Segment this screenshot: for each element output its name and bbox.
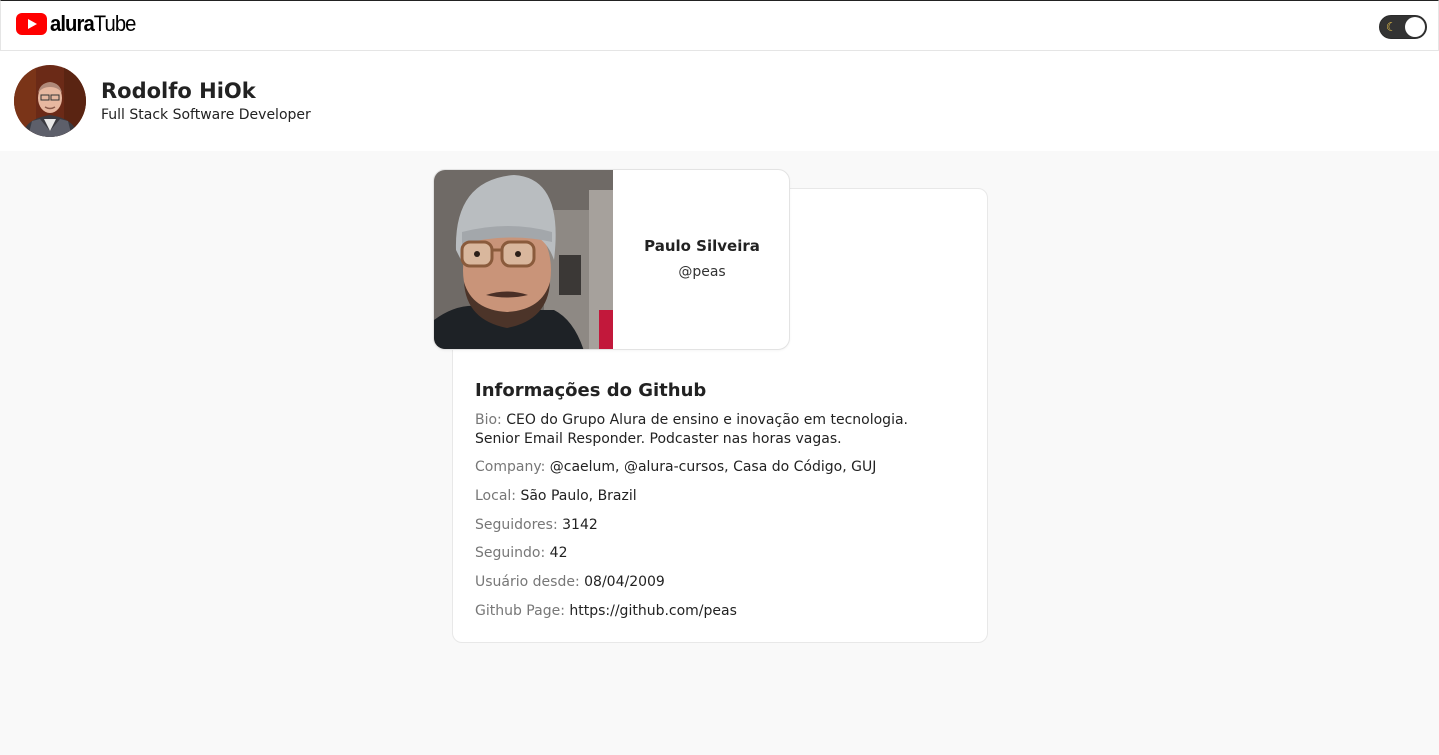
field-label: Seguidores:	[475, 517, 558, 533]
user-role: Full Stack Software Developer	[101, 107, 311, 123]
logo-text: aluraTube	[50, 11, 136, 36]
user-name: Rodolfo HiOk	[101, 79, 256, 103]
field-label: Usuário desde:	[475, 574, 580, 590]
youtube-play-icon	[16, 13, 47, 35]
github-info-title: Informações do Github	[475, 380, 707, 401]
following-field: Seguindo: 42	[475, 544, 955, 563]
field-value: CEO do Grupo Alura de ensino e inovação …	[475, 412, 908, 447]
field-label: Github Page:	[475, 603, 565, 619]
user-header: Rodolfo HiOk Full Stack Software Develop…	[0, 51, 1439, 151]
field-label: Company:	[475, 459, 546, 475]
toggle-knob	[1405, 17, 1425, 37]
field-value: @caelum, @alura-cursos, Casa do Código, …	[549, 459, 877, 475]
field-value: 42	[549, 545, 568, 561]
field-value: 08/04/2009	[584, 574, 665, 590]
logo[interactable]: aluraTube	[16, 13, 143, 35]
github-page-link[interactable]: https://github.com/peas	[569, 603, 737, 619]
field-label: Local:	[475, 488, 517, 504]
field-label: Bio:	[475, 412, 502, 428]
field-value: 3142	[562, 517, 598, 533]
profile-photo	[434, 170, 613, 349]
top-bar: aluraTube ☾	[0, 0, 1439, 51]
profile-name: Paulo Silveira	[644, 237, 760, 255]
github-page-field: Github Page: https://github.com/peas	[475, 602, 955, 621]
location-field: Local: São Paulo, Brazil	[475, 487, 955, 506]
field-value: São Paulo, Brazil	[520, 488, 637, 504]
member-since-field: Usuário desde: 08/04/2009	[475, 573, 955, 592]
field-label: Seguindo:	[475, 545, 546, 561]
profile-login: @peas	[678, 264, 726, 280]
bio-field: Bio: CEO do Grupo Alura de ensino e inov…	[475, 411, 955, 449]
moon-icon: ☾	[1386, 20, 1397, 34]
user-avatar	[14, 65, 86, 137]
theme-toggle[interactable]: ☾	[1379, 15, 1427, 39]
followers-field: Seguidores: 3142	[475, 516, 955, 535]
company-field: Company: @caelum, @alura-cursos, Casa do…	[475, 458, 955, 477]
profile-card: Paulo Silveira @peas	[433, 169, 790, 350]
